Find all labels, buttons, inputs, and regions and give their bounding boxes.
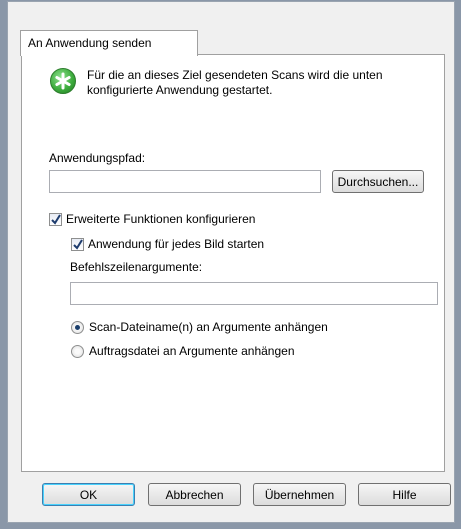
advanced-checkbox[interactable] <box>49 213 62 226</box>
dialog-window: An Anwendung senden Für die an dieses Zi… <box>7 1 455 523</box>
help-button[interactable]: Hilfe <box>358 483 451 506</box>
checkmark-icon <box>51 214 61 225</box>
browse-button[interactable]: Durchsuchen... <box>332 170 424 193</box>
per-image-checkbox-label[interactable]: Anwendung für jedes Bild starten <box>88 237 264 251</box>
tab-panel: Für die an dieses Ziel gesendeten Scans … <box>21 54 445 472</box>
advanced-checkbox-label[interactable]: Erweiterte Funktionen konfigurieren <box>66 212 255 226</box>
radio-append-job-file[interactable] <box>71 345 84 358</box>
args-label: Befehlszeilenargumente: <box>70 260 203 274</box>
app-path-label: Anwendungspfad: <box>49 151 146 165</box>
args-input[interactable] <box>70 282 438 305</box>
tab-send-to-application[interactable]: An Anwendung senden <box>20 30 198 56</box>
radio-append-scan-filenames[interactable] <box>71 321 84 334</box>
apply-button[interactable]: Übernehmen <box>253 483 346 506</box>
app-path-input[interactable] <box>49 170 321 193</box>
ok-button[interactable]: OK <box>42 483 135 506</box>
checkmark-icon <box>73 239 83 250</box>
per-image-checkbox[interactable] <box>71 238 84 251</box>
tab-label: An Anwendung senden <box>28 36 152 50</box>
radio-append-job-file-label[interactable]: Auftragsdatei an Argumente anhängen <box>89 344 295 358</box>
cancel-button[interactable]: Abbrechen <box>148 483 241 506</box>
info-description: Für die an dieses Ziel gesendeten Scans … <box>87 68 383 97</box>
green-star-icon <box>50 68 76 94</box>
radio-append-scan-filenames-label[interactable]: Scan-Dateiname(n) an Argumente anhängen <box>89 320 328 334</box>
